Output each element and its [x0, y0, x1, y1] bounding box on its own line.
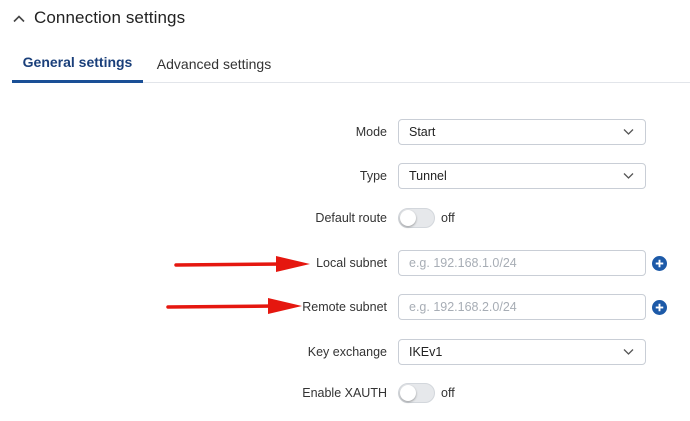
local-subnet-input[interactable] [398, 250, 646, 276]
chevron-up-icon [13, 15, 25, 23]
remote-subnet-input[interactable] [398, 294, 646, 320]
key-exchange-select[interactable]: IKEv1 [398, 339, 646, 365]
type-label: Type [359, 169, 387, 183]
add-remote-subnet-icon[interactable] [652, 300, 667, 315]
key-exchange-label: Key exchange [307, 345, 387, 359]
add-local-subnet-icon[interactable] [652, 256, 667, 271]
enable-xauth-toggle[interactable] [398, 383, 435, 403]
toggle-knob [400, 210, 416, 226]
mode-label: Mode [355, 125, 387, 139]
mode-select[interactable]: Start [398, 119, 646, 145]
section-header[interactable]: Connection settings [12, 4, 185, 32]
key-exchange-value: IKEv1 [409, 345, 443, 359]
tab-advanced-settings[interactable]: Advanced settings [152, 44, 276, 83]
enable-xauth-label: Enable XAUTH [302, 386, 387, 400]
key-exchange-row: Key exchange IKEv1 [0, 339, 690, 365]
tab-bar: General settings Advanced settings [12, 44, 690, 83]
chevron-down-icon [623, 173, 634, 179]
remote-subnet-label: Remote subnet [302, 300, 387, 314]
mode-row: Mode Start [0, 119, 690, 145]
enable-xauth-row: Enable XAUTH off [0, 380, 690, 406]
type-select[interactable]: Tunnel [398, 163, 646, 189]
section-title: Connection settings [34, 8, 186, 27]
mode-value: Start [409, 125, 436, 139]
local-subnet-row: Local subnet [0, 250, 690, 276]
toggle-knob [400, 385, 416, 401]
type-row: Type Tunnel [0, 163, 690, 189]
remote-subnet-row: Remote subnet [0, 294, 690, 320]
default-route-label: Default route [315, 211, 387, 225]
local-subnet-label: Local subnet [316, 256, 387, 270]
annotation-arrow-icon [174, 256, 310, 272]
default-route-row: Default route off [0, 205, 690, 231]
tab-general-settings[interactable]: General settings [12, 44, 143, 83]
enable-xauth-state: off [441, 386, 455, 400]
chevron-down-icon [623, 129, 634, 135]
default-route-state: off [441, 211, 455, 225]
chevron-down-icon [623, 349, 634, 355]
type-value: Tunnel [409, 169, 447, 183]
default-route-toggle[interactable] [398, 208, 435, 228]
annotation-arrow-icon [166, 298, 302, 314]
